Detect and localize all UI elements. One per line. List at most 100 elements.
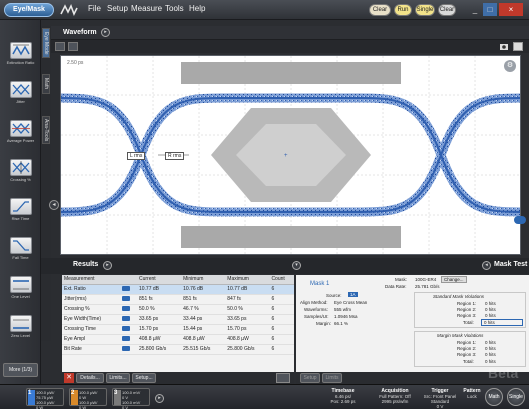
plot-settings-icon[interactable]: ⚙ <box>504 60 516 72</box>
palette-one-level[interactable]: One Level <box>3 276 38 299</box>
single-acq-button[interactable]: Single <box>507 388 525 406</box>
mask-limits-button[interactable]: Limits <box>322 373 342 383</box>
samples-value: 1.0946 Msa <box>334 314 358 319</box>
palette-extinction-ratio[interactable]: Extinction Ratio <box>3 42 38 65</box>
menu-bar: Eye/Mask File Setup Measure Tools Help C… <box>0 0 529 20</box>
minimize-button[interactable]: _ <box>469 3 481 16</box>
channel-scroll-button[interactable]: ▸ <box>155 394 164 403</box>
mgn-total-value: 0 hits <box>485 359 496 364</box>
tab-ana-tools[interactable]: Ana-Tools <box>42 116 50 144</box>
mask-setup-button[interactable]: Setup <box>300 373 320 383</box>
menu-help[interactable]: Help <box>189 4 205 13</box>
waveforms-label: Waveforms: <box>304 307 328 312</box>
status-icon <box>122 325 131 331</box>
fullscreen-icon[interactable] <box>513 42 523 51</box>
reference-marker-icon[interactable] <box>514 216 526 224</box>
col-status <box>120 275 137 285</box>
cell-count: 6 <box>269 324 294 335</box>
results-menu-button[interactable]: ▸ <box>103 261 112 270</box>
cell-count: 6 <box>269 334 294 345</box>
palette-jitter[interactable]: Jitter <box>3 81 38 104</box>
table-view-icon[interactable] <box>276 373 290 383</box>
single-button[interactable]: Single <box>415 4 435 16</box>
mgn-region-2-label: Region 2: <box>457 346 477 351</box>
math-button[interactable]: Math <box>485 388 503 406</box>
std-total-label: Total: <box>463 320 474 325</box>
view-button[interactable] <box>68 42 78 51</box>
clear-display-button[interactable]: Clear <box>438 4 456 16</box>
menu-measure[interactable]: Measure <box>131 4 162 13</box>
palette-average-power[interactable]: Average Power <box>3 120 38 143</box>
pattern-block[interactable]: Pattern Lock <box>461 388 483 399</box>
pattern-lock: Lock <box>467 394 477 399</box>
setup-button[interactable]: Setup... <box>132 373 156 383</box>
mask-tab[interactable]: Mask 1 <box>310 281 329 287</box>
cell-current: 33.65 ps <box>136 314 182 325</box>
standard-violations-box: Standard Mask Violations Region 1: 0 hit… <box>414 292 526 328</box>
palette-label: Jitter <box>16 99 25 104</box>
palette-zero-level[interactable]: Zero Level <box>3 315 38 338</box>
tektronix-logo-icon <box>60 4 78 16</box>
layout-button[interactable] <box>55 42 65 51</box>
crossing-marker: + <box>284 153 288 159</box>
menu-tools[interactable]: Tools <box>165 4 184 13</box>
run-button[interactable]: Run <box>394 4 412 16</box>
channel-1-number: 1 <box>28 390 35 405</box>
split-toggle-button[interactable]: ▾ <box>292 261 301 270</box>
cell-minimum: 46.7 % <box>181 304 226 315</box>
palette-label: One Level <box>11 294 30 299</box>
extinction-ratio-icon <box>9 42 32 59</box>
results-header-bar: Results ▸ ▾ ◂ Mask Test <box>41 258 529 274</box>
table-row[interactable]: Crossing % 50.0 % 46.7 % 50.0 % 6 <box>62 304 294 315</box>
change-mask-button[interactable]: Change... <box>441 276 467 283</box>
table-row[interactable]: Bit Rate 25.800 Gb/s 25.515 Gb/s 25.800 … <box>62 344 294 355</box>
close-button[interactable]: × <box>499 3 523 16</box>
acquisition-block[interactable]: Acquisition Full Pattern: Off 2995 pts/w… <box>372 388 418 404</box>
margin-value: 66.1 % <box>334 321 349 326</box>
maximize-button[interactable]: □ <box>483 3 497 16</box>
limits-button[interactable]: Limits... <box>106 373 130 383</box>
tab-eye-mode[interactable]: Eye Mode <box>42 28 50 58</box>
eye-mask-mode-button[interactable]: Eye/Mask <box>4 3 54 17</box>
timebase-block[interactable]: Timebase 6.46 ps/ Pos: 2.69 ps <box>320 388 366 404</box>
l-rms-marker[interactable]: L rms <box>127 152 146 160</box>
palette-crossing[interactable]: Crossing % <box>3 159 38 182</box>
palette-rise-time[interactable]: Rise Time <box>3 198 38 221</box>
channel-1-badge[interactable]: 1 100.0 µW/ 75.75 µW 100.0 µW/ 0 W <box>26 388 64 409</box>
menu-setup[interactable]: Setup <box>107 4 128 13</box>
r-rms-marker[interactable]: R rms <box>165 152 185 160</box>
collapse-palette-button[interactable]: ◂ <box>49 200 59 210</box>
cell-current: 50.0 % <box>136 304 182 315</box>
cell-count: 6 <box>269 344 294 355</box>
tab-math[interactable]: Math <box>42 74 50 94</box>
cell-measurement: Crossing % <box>62 304 121 315</box>
cell-maximum: 408.8 µW <box>225 334 270 345</box>
source-badge[interactable]: 1A <box>348 292 358 297</box>
trigger-level: 0 V <box>436 404 444 409</box>
table-row[interactable]: Ext. Ratio 10.77 dB 10.76 dB 10.77 dB 6 <box>62 284 294 295</box>
margin-violations-title: Margin Mask Violations <box>437 333 484 338</box>
table-row[interactable]: Eye Ampl 408.8 µW 408.8 µW 408.8 µW 6 <box>62 334 294 345</box>
more-button[interactable]: More (1/3) <box>3 363 38 377</box>
menu-file[interactable]: File <box>88 4 101 13</box>
clear-button[interactable]: Clear <box>369 4 391 16</box>
std-region-1-label: Region 1: <box>457 301 477 306</box>
mask-test-back-button[interactable]: ◂ <box>482 261 491 270</box>
channel-2-badge[interactable]: 2 100.0 µW/ 0 W 100.0 µW/ 0 W <box>69 388 107 409</box>
table-row[interactable]: Crossing Time 15.70 ps 15.44 ps 15.70 ps… <box>62 324 294 335</box>
channel-3-badge[interactable]: 3 100.0 mV/ 0 V 100.0 mV/ 0 V <box>112 388 150 409</box>
table-row[interactable]: Eye Width(Time) 33.65 ps 33.44 ps 33.65 … <box>62 314 294 325</box>
palette-label: Crossing % <box>10 177 31 182</box>
mask-value: 100G-ER4 <box>415 277 437 282</box>
cell-maximum: 50.0 % <box>225 304 270 315</box>
palette-fall-time[interactable]: Fall Time <box>3 237 38 260</box>
camera-icon[interactable] <box>499 42 509 51</box>
cell-maximum: 847 fs <box>225 294 270 305</box>
waveform-menu-button[interactable]: ▸ <box>101 28 110 37</box>
trigger-block[interactable]: Trigger Src: Front Panel Standard 0 V <box>420 388 460 409</box>
remove-measurement-icon[interactable]: ✕ <box>64 373 74 383</box>
details-button[interactable]: Details... <box>76 373 104 383</box>
col-measurement: Measurement <box>62 275 121 285</box>
table-row[interactable]: Jitter(rms) 851 fs 851 fs 847 fs 6 <box>62 294 294 305</box>
eye-diagram-plot[interactable]: 2.50 ps + L rms R rms ⚙ <box>60 55 526 255</box>
